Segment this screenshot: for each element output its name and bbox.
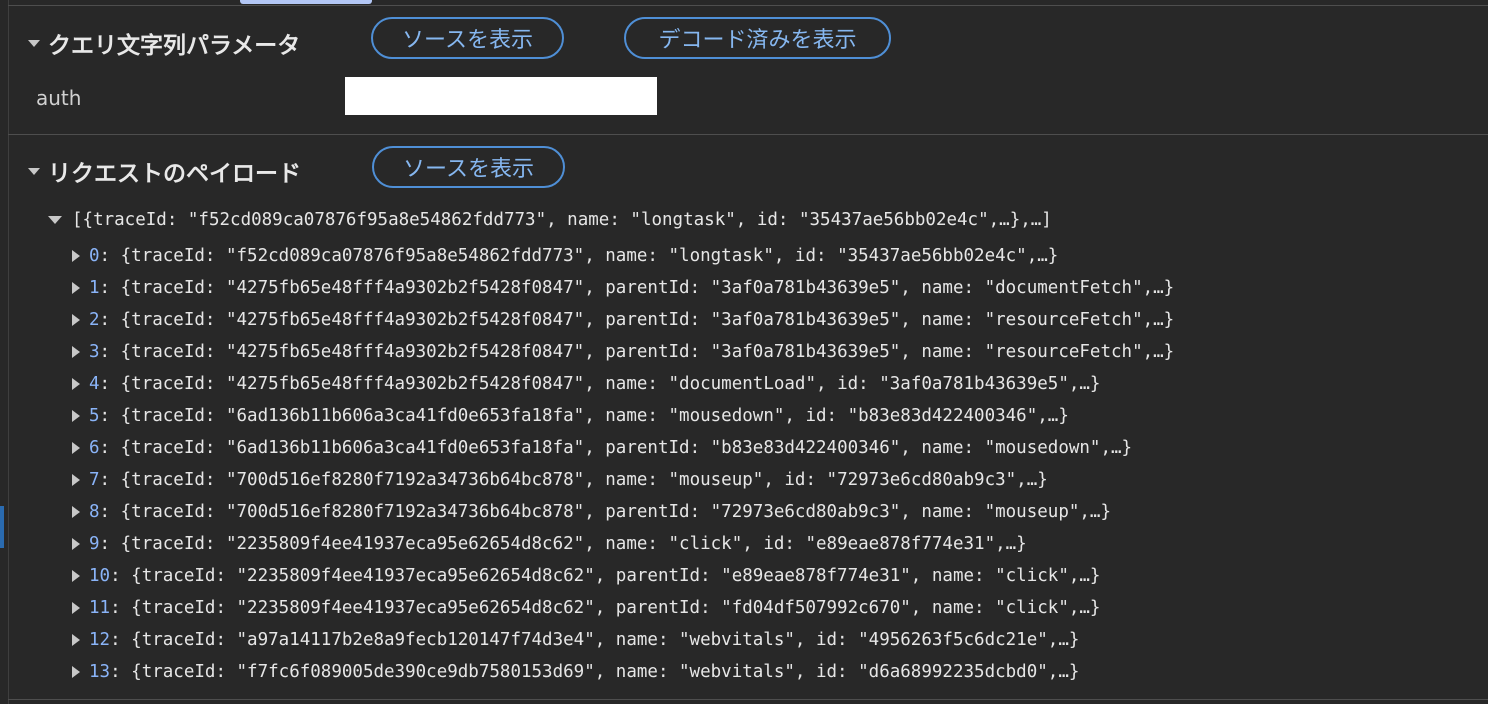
param-value-auth[interactable] [345,77,657,115]
query-view-source-button[interactable]: ソースを表示 [371,17,564,59]
tree-item-summary: {traceId: "4275fb65e48fff4a9302b2f5428f0… [120,374,1101,394]
tree-item-row[interactable]: 0: {traceId: "f52cd089ca07876f95a8e54862… [72,245,1058,267]
expand-triangle-icon[interactable] [72,378,80,390]
tree-root-summary: [{traceId: "f52cd089ca07876f95a8e54862fd… [72,210,1052,230]
expand-triangle-icon[interactable] [72,570,80,582]
tree-item-summary: {traceId: "4275fb65e48fff4a9302b2f5428f0… [120,278,1175,298]
tree-item-row[interactable]: 2: {traceId: "4275fb65e48fff4a9302b2f542… [72,309,1174,331]
payload-header[interactable]: リクエストのペイロード [28,154,301,188]
tree-item-index: 3 [89,342,100,362]
expand-triangle-icon[interactable] [72,346,80,358]
payload-title: リクエストのペイロード [48,161,301,187]
expand-triangle-icon[interactable] [72,442,80,454]
tree-item-summary: {traceId: "700d516ef8280f7192a34736b64bc… [120,470,1048,490]
collapse-triangle-icon[interactable] [28,167,40,175]
tree-item-row[interactable]: 11: {traceId: "2235809f4ee41937eca95e626… [72,597,1100,619]
tree-item-index: 13 [89,662,111,682]
tree-item-row[interactable]: 13: {traceId: "f7fc6f089005de390ce9db758… [72,661,1079,683]
tree-item-summary: {traceId: "2235809f4ee41937eca95e62654d8… [120,534,1027,554]
query-params-title: クエリ文字列パラメータ [48,33,301,59]
expand-triangle-icon[interactable] [72,602,80,614]
bottom-divider [8,699,1488,700]
tree-item-row[interactable]: 7: {traceId: "700d516ef8280f7192a34736b6… [72,469,1048,491]
tree-item-row[interactable]: 9: {traceId: "2235809f4ee41937eca95e6265… [72,533,1027,555]
expand-triangle-icon[interactable] [48,216,62,224]
tree-item-index: 0 [89,246,100,266]
top-divider [8,5,1488,6]
view-decoded-button[interactable]: デコード済みを表示 [624,17,891,59]
expand-triangle-icon[interactable] [72,314,80,326]
payload-view-source-button[interactable]: ソースを表示 [372,146,565,188]
tree-item-summary: {traceId: "2235809f4ee41937eca95e62654d8… [131,598,1101,618]
expand-triangle-icon[interactable] [72,538,80,550]
tree-item-index: 11 [89,598,111,618]
expand-triangle-icon[interactable] [72,666,80,678]
tree-item-index: 12 [89,630,111,650]
tree-item-summary: {traceId: "6ad136b11b606a3ca41fd0e653fa1… [120,438,1133,458]
expand-triangle-icon[interactable] [72,410,80,422]
panel-left-border [8,0,9,704]
tree-item-summary: {traceId: "a97a14117b2e8a9fecb120147f74d… [131,630,1080,650]
tree-item-row[interactable]: 12: {traceId: "a97a14117b2e8a9fecb120147… [72,629,1079,651]
active-tab-indicator [240,0,372,4]
tree-item-index: 2 [89,310,100,330]
tree-item-summary: {traceId: "f52cd089ca07876f95a8e54862fdd… [120,246,1059,266]
expand-triangle-icon[interactable] [72,634,80,646]
tree-item-summary: {traceId: "4275fb65e48fff4a9302b2f5428f0… [120,310,1175,330]
tree-item-summary: {traceId: "2235809f4ee41937eca95e62654d8… [131,566,1101,586]
tree-item-row[interactable]: 8: {traceId: "700d516ef8280f7192a34736b6… [72,501,1111,523]
section-divider [8,134,1488,135]
tree-item-summary: {traceId: "f7fc6f089005de390ce9db7580153… [131,662,1080,682]
tree-item-summary: {traceId: "4275fb65e48fff4a9302b2f5428f0… [120,342,1175,362]
tree-item-index: 4 [89,374,100,394]
tree-item-index: 7 [89,470,100,490]
tree-root-row[interactable]: [{traceId: "f52cd089ca07876f95a8e54862fd… [48,209,1052,231]
tree-item-index: 5 [89,406,100,426]
tree-item-row[interactable]: 10: {traceId: "2235809f4ee41937eca95e626… [72,565,1100,587]
tree-item-summary: {traceId: "6ad136b11b606a3ca41fd0e653fa1… [120,406,1069,426]
tree-item-index: 10 [89,566,111,586]
left-edge-marker [0,506,4,548]
tree-item-row[interactable]: 4: {traceId: "4275fb65e48fff4a9302b2f542… [72,373,1100,395]
tree-item-row[interactable]: 1: {traceId: "4275fb65e48fff4a9302b2f542… [72,277,1174,299]
expand-triangle-icon[interactable] [72,250,80,262]
param-name-auth: auth [36,86,82,110]
tree-item-index: 1 [89,278,100,298]
expand-triangle-icon[interactable] [72,282,80,294]
tree-item-row[interactable]: 5: {traceId: "6ad136b11b606a3ca41fd0e653… [72,405,1069,427]
query-params-header[interactable]: クエリ文字列パラメータ [28,26,300,60]
tree-item-index: 8 [89,502,100,522]
collapse-triangle-icon[interactable] [28,39,40,47]
tree-item-row[interactable]: 3: {traceId: "4275fb65e48fff4a9302b2f542… [72,341,1174,363]
expand-triangle-icon[interactable] [72,506,80,518]
tree-item-row[interactable]: 6: {traceId: "6ad136b11b606a3ca41fd0e653… [72,437,1132,459]
tree-item-index: 9 [89,534,100,554]
tree-item-summary: {traceId: "700d516ef8280f7192a34736b64bc… [120,502,1111,522]
expand-triangle-icon[interactable] [72,474,80,486]
tree-item-index: 6 [89,438,100,458]
